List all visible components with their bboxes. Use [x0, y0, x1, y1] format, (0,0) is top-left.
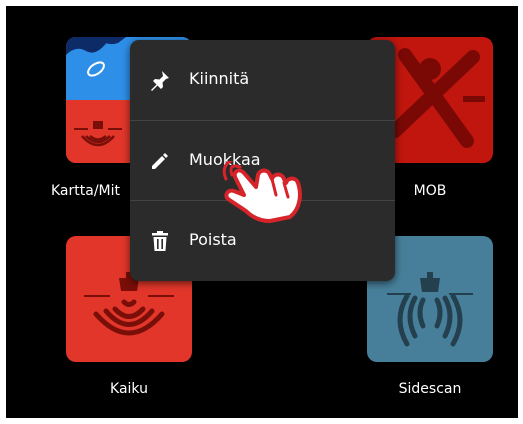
trash-icon: [152, 231, 168, 251]
app-launcher-screen: Kartta/Mit MOB Kaiku Sidescan Kiinnitä M…: [6, 6, 518, 418]
menu-item-pin-label: Kiinnitä: [189, 69, 250, 88]
pin-icon: [151, 71, 169, 91]
tap-hand-cursor-icon: [222, 161, 302, 223]
pencil-icon: [152, 153, 168, 169]
menu-item-delete-label: Poista: [189, 230, 237, 249]
menu-item-pin[interactable]: Kiinnitä: [130, 40, 395, 120]
sidescan-app-label: Sidescan: [398, 381, 462, 397]
mob-app-label: MOB: [413, 183, 447, 199]
echo-app-label: Kaiku: [110, 381, 148, 397]
